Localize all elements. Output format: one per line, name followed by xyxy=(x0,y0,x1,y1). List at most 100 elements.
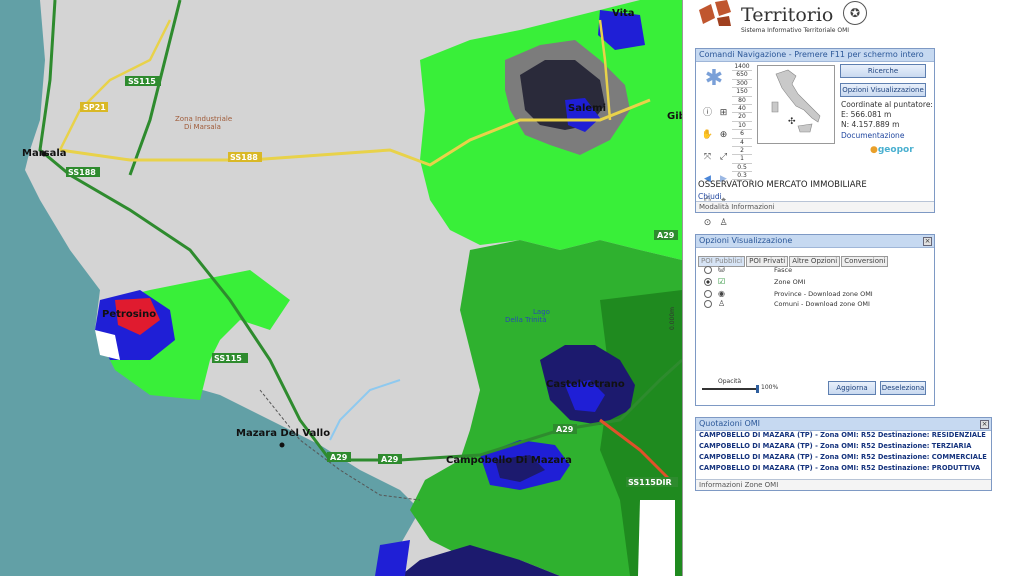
place-castelvetrano: Castelvetrano xyxy=(546,379,625,390)
quote-destination[interactable]: PRODUTTIVA xyxy=(932,464,980,472)
quote-row[interactable]: CAMPOBELLO DI MAZARA (TP) - Zona OMI: R5… xyxy=(699,464,980,472)
zoom-level[interactable]: 40 xyxy=(732,105,752,114)
full-extent-icon[interactable]: ⤢ xyxy=(717,151,730,164)
place-marsala: Marsala xyxy=(22,148,67,159)
quote-row-prefix[interactable]: CAMPOBELLO DI MAZARA (TP) - Zona OMI: R5… xyxy=(699,453,929,461)
quotes-title: Quotazioni OMI xyxy=(696,418,991,431)
quote-row-prefix[interactable]: CAMPOBELLO DI MAZARA (TP) - Zona OMI: R5… xyxy=(699,464,929,472)
quote-destination[interactable]: TERZIARIA xyxy=(932,442,972,450)
place-petrosino: Petrosino xyxy=(102,309,156,320)
geopor-mark-icon: ● xyxy=(870,145,878,155)
header-title: Territorio xyxy=(741,4,834,26)
close-icon[interactable]: × xyxy=(923,237,932,246)
coord-label: Coordinate al puntatore: xyxy=(841,100,933,109)
person-icon: ♙ xyxy=(718,299,726,308)
documentation-link[interactable]: Documentazione xyxy=(841,131,904,140)
zoom-scale[interactable]: 1400 650 300 150 80 40 20 10 6 4 2 1 0.5… xyxy=(732,63,752,181)
svg-text:SS115: SS115 xyxy=(214,354,242,363)
zoom-level[interactable]: 10 xyxy=(732,122,752,131)
tab-altre-opzioni[interactable]: Altre Opzioni xyxy=(789,256,841,267)
zoom-level[interactable]: 80 xyxy=(732,97,752,105)
road-tag: SS188 xyxy=(66,167,100,177)
coord-east: E: 566.081 m xyxy=(841,110,892,119)
close-link[interactable]: Chiudi xyxy=(698,192,722,201)
place-salemi: Salemi xyxy=(568,103,606,114)
place-di-marsala: Di Marsala xyxy=(184,123,221,131)
zoom-level[interactable]: 2 xyxy=(732,147,752,156)
zoom-level[interactable]: 1400 xyxy=(732,63,752,72)
quote-row[interactable]: CAMPOBELLO DI MAZARA (TP) - Zona OMI: R5… xyxy=(699,453,987,461)
zoom-level[interactable]: 20 xyxy=(732,113,752,122)
road-tag: A29 xyxy=(327,452,351,462)
zoom-level[interactable]: 4 xyxy=(732,139,752,147)
quote-row-prefix[interactable]: CAMPOBELLO DI MAZARA (TP) - Zona OMI: R5… xyxy=(699,431,929,439)
view-options-button[interactable]: Opzioni Visualizzazione xyxy=(840,83,926,97)
zoom-level[interactable]: 300 xyxy=(732,80,752,89)
map-svg[interactable]: SS115 SP21 SS188 SS188 SS115 A29 A29 A29… xyxy=(0,0,686,576)
option-row[interactable]: ◉ Province - Download zone OMI xyxy=(704,289,873,299)
radio-button-selected[interactable] xyxy=(704,278,712,286)
pan-hand-icon[interactable]: ✋ xyxy=(701,129,714,142)
quote-destination[interactable]: RESIDENZIALE xyxy=(932,431,986,439)
zoom-in-icon[interactable]: ⊕ xyxy=(717,129,730,142)
svg-text:SS115DIR: SS115DIR xyxy=(628,478,672,487)
svg-text:SS188: SS188 xyxy=(230,153,258,162)
quotes-panel: Quotazioni OMI × CAMPOBELLO DI MAZARA (T… xyxy=(695,417,992,491)
quote-row[interactable]: CAMPOBELLO DI MAZARA (TP) - Zona OMI: R5… xyxy=(699,442,971,450)
svg-text:A29: A29 xyxy=(381,455,399,464)
agenzia-logo-icon xyxy=(699,0,731,26)
place-trinita: Della Trinità xyxy=(505,316,547,324)
radio-button[interactable] xyxy=(704,300,712,308)
quote-row-prefix[interactable]: CAMPOBELLO DI MAZARA (TP) - Zona OMI: R5… xyxy=(699,442,929,450)
road-tag: A29 xyxy=(654,230,678,240)
info-icon[interactable]: ⓘ xyxy=(701,107,714,120)
svg-text:SP21: SP21 xyxy=(83,103,106,112)
quote-destination[interactable]: COMMERCIALE xyxy=(932,453,987,461)
tool-grid: ⓘ⊞ ✋⊕ ⤧⤢ ◀▶ ⎙⌖ ⊙♙ xyxy=(700,100,734,232)
zoom-level[interactable]: 0.5 xyxy=(732,164,752,173)
quote-row[interactable]: CAMPOBELLO DI MAZARA (TP) - Zona OMI: R5… xyxy=(699,431,986,439)
deselect-button[interactable]: Deseleziona xyxy=(880,381,926,395)
option-label: Comuni - Download zone OMI xyxy=(774,300,870,308)
opacity-slider-handle[interactable] xyxy=(756,385,759,393)
geopor-label: geopor xyxy=(877,145,914,155)
zoom-level[interactable]: 150 xyxy=(732,88,752,97)
zoom-box-icon[interactable]: ⊞ xyxy=(717,107,730,120)
svg-text:SS115: SS115 xyxy=(128,77,156,86)
close-icon[interactable]: × xyxy=(980,420,989,429)
option-label: Province - Download zone OMI xyxy=(774,290,873,298)
map-canvas[interactable]: SS115 SP21 SS188 SS188 SS115 A29 A29 A29… xyxy=(0,0,686,576)
tab-conversioni[interactable]: Conversioni xyxy=(841,256,889,267)
coord-north: N: 4.157.889 m xyxy=(841,120,900,129)
zoom-level[interactable]: 1 xyxy=(732,155,752,164)
radio-button[interactable] xyxy=(704,290,712,298)
option-label: Fasce xyxy=(774,266,793,274)
opacity-slider[interactable] xyxy=(702,388,756,390)
compass-rose-icon[interactable]: ✱ xyxy=(700,61,728,97)
option-row[interactable]: ☑ Zone OMI xyxy=(704,277,805,287)
fit-view-icon[interactable]: ⤧ xyxy=(701,151,714,164)
svg-text:✣: ✣ xyxy=(788,117,796,127)
update-button[interactable]: Aggiorna xyxy=(828,381,876,395)
zoom-level[interactable]: 6 xyxy=(732,130,752,139)
navigation-panel-title: Comandi Navigazione - Premere F11 per sc… xyxy=(696,49,934,62)
overview-minimap[interactable]: ✣ xyxy=(757,65,835,144)
road-tag: SS115 xyxy=(212,353,248,363)
place-lago: Lago xyxy=(533,308,550,316)
side-panel: Territorio Sistema Informativo Territori… xyxy=(682,0,1024,576)
road-tag: SS115 xyxy=(125,76,161,86)
option-label: Zone OMI xyxy=(774,278,806,286)
geopor-logo: ●geopor xyxy=(870,145,914,155)
road-tag: SS115DIR xyxy=(626,477,678,487)
road-tag: A29 xyxy=(378,454,402,464)
road-tag: SS188 xyxy=(228,152,262,162)
radio-button[interactable] xyxy=(704,266,712,274)
view-options-title: Opzioni Visualizzazione xyxy=(696,235,934,248)
navigation-panel: Comandi Navigazione - Premere F11 per sc… xyxy=(695,48,935,228)
option-row[interactable]: ⛁ Fasce xyxy=(704,265,792,275)
search-button[interactable]: Ricerche xyxy=(840,64,926,78)
person-icon[interactable]: ♙ xyxy=(717,217,730,230)
option-row[interactable]: ♙ Comuni - Download zone OMI xyxy=(704,299,870,309)
help-icon[interactable]: ⊙ xyxy=(701,217,714,230)
zoom-level[interactable]: 650 xyxy=(732,71,752,80)
